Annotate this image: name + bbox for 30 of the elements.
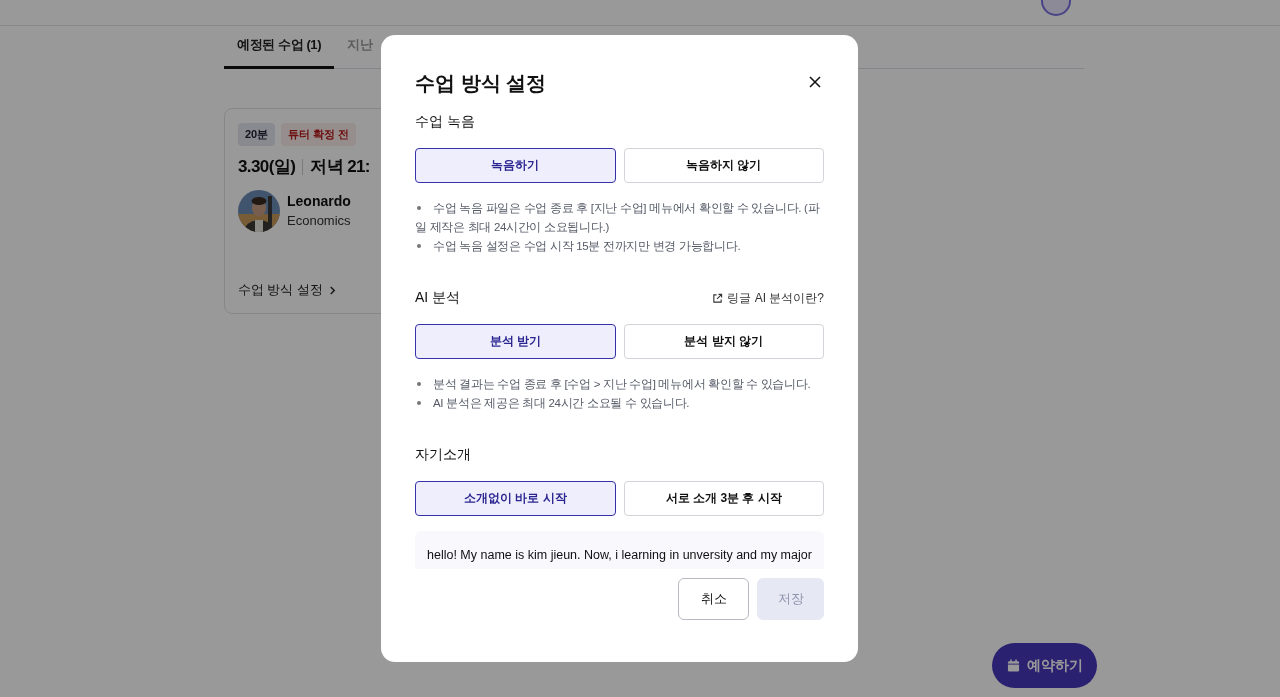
tutor-name: Leonardo	[287, 193, 351, 209]
badge: 20분	[238, 123, 276, 146]
note-text: 수업 녹음 파일은 수업 종료 후 [지난 수업] 메뉴에서 확인할 수 있습니다. (파일 제작은 최대 24시간이 소요됩니다.)	[415, 199, 824, 237]
lesson-time: 저녁 21:	[310, 156, 370, 178]
note-text: AI 분석은 제공은 최대 24시간 소요될 수 있습니다.	[415, 394, 824, 413]
lesson-date: 3.30(일)	[238, 156, 296, 178]
option-button[interactable]: 분석 받기	[415, 324, 616, 359]
option-button[interactable]: 소개없이 바로 시작	[415, 481, 616, 516]
section-label: 수업 녹음	[415, 113, 475, 131]
tutor-subject: Economics	[287, 213, 351, 228]
close-icon[interactable]	[809, 76, 823, 90]
info-link[interactable]: 링글 AI 분석이란?	[712, 289, 824, 307]
option-button[interactable]: 녹음하기	[415, 148, 616, 183]
option-button[interactable]: 녹음하지 않기	[623, 148, 824, 183]
note-text: 수업 녹음 설정은 수업 시작 15분 전까지만 변경 가능합니다.	[415, 237, 824, 256]
section-label: AI 분석	[415, 289, 461, 307]
chevron-right-icon	[328, 285, 336, 296]
book-button[interactable]: 예약하기	[992, 643, 1097, 688]
option-button[interactable]: 분석 받지 않기	[623, 324, 824, 359]
intro-field[interactable]: hello! My name is kim jieun. Now, i learning in unversity and my major	[415, 531, 824, 569]
dialog-title: 수업 방식 설정	[415, 70, 547, 96]
calendar-icon	[1006, 659, 1020, 672]
note-text: 분석 결과는 수업 종료 후 [수업 > 지난 수업] 메뉴에서 확인할 수 있습니다.	[415, 375, 824, 394]
tab[interactable]: 예정된 수업 (1)	[224, 36, 335, 69]
external-link-icon	[712, 292, 724, 304]
option-button[interactable]: 서로 소개 3분 후 시작	[623, 481, 824, 516]
cancel-button[interactable]: 취소	[678, 578, 749, 620]
section-label: 자기소개	[415, 446, 471, 464]
badge: 튜터 확정 전	[281, 123, 357, 146]
lesson-settings-link[interactable]: 수업 방식 설정	[238, 282, 336, 299]
